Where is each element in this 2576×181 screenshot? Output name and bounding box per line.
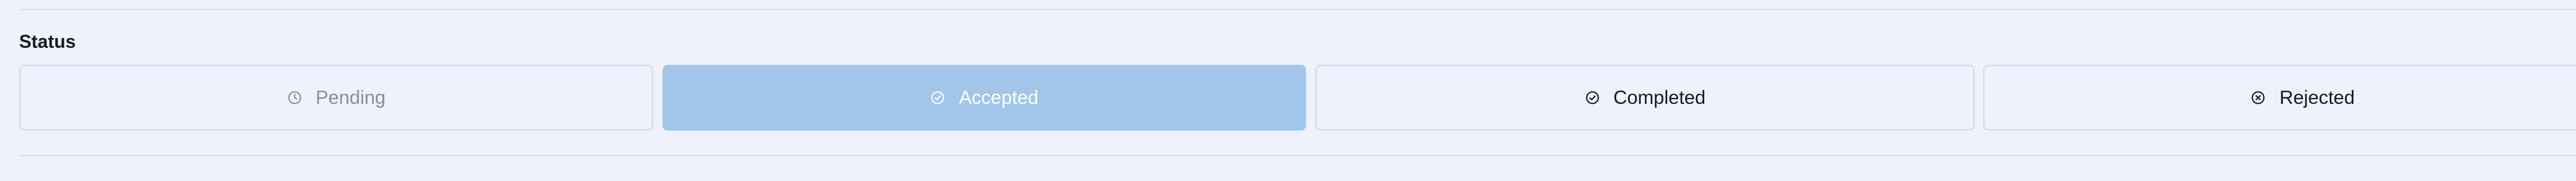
status-options: Pending Accepted Completed Rejected xyxy=(19,65,2576,131)
status-option-completed[interactable]: Completed xyxy=(1315,65,1975,131)
x-circle-icon xyxy=(2250,90,2266,105)
status-option-pending[interactable]: Pending xyxy=(19,65,653,131)
clock-icon xyxy=(287,90,302,105)
status-option-label: Accepted xyxy=(959,87,1039,108)
status-option-label: Rejected xyxy=(2279,87,2355,108)
check-circle-icon xyxy=(930,90,945,105)
status-option-rejected[interactable]: Rejected xyxy=(1983,65,2576,131)
status-option-label: Completed xyxy=(1613,87,1706,108)
top-divider xyxy=(19,9,2576,10)
status-panel: Status Pending Accepted Completed Reject… xyxy=(0,0,2576,181)
status-option-accepted[interactable]: Accepted xyxy=(663,65,1306,131)
bottom-divider xyxy=(19,155,2576,156)
status-label: Status xyxy=(19,31,76,52)
check-circle-icon xyxy=(1585,90,1600,105)
status-option-label: Pending xyxy=(315,87,386,108)
